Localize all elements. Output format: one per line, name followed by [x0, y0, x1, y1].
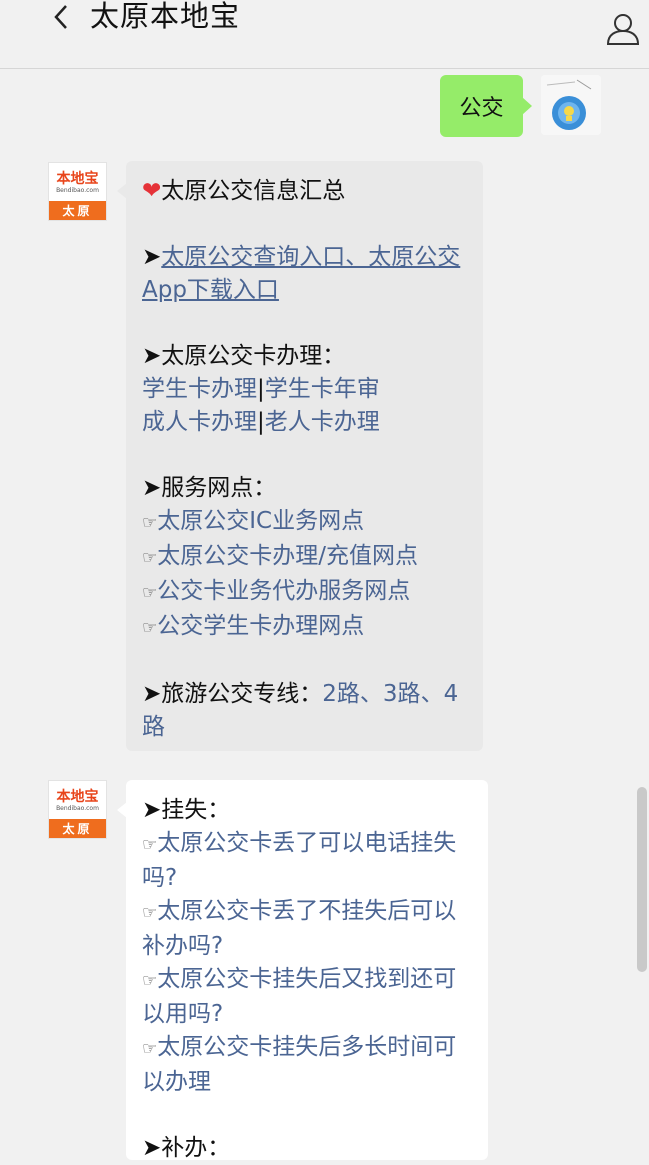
service-item: ☞公交学生卡办理网点 [142, 610, 467, 645]
arrow-icon: ➤ [142, 797, 162, 823]
senior-card-link[interactable]: 老人卡办理 [265, 409, 380, 435]
query-entry: ➤太原公交查询入口、太原公交App下载入口 [142, 241, 467, 307]
query-link[interactable]: 太原公交查询入口、太原公交App下载入口 [142, 244, 460, 303]
logo-sub-text: Bendibao.com [56, 804, 99, 812]
back-button[interactable] [46, 0, 76, 34]
tour-separator: 、 [359, 681, 383, 707]
info-summary-bubble: ❤太原公交信息汇总 ➤太原公交查询入口、太原公交App下载入口 ➤太原公交卡办理… [117, 161, 483, 751]
pointing-hand-icon: ☞ [142, 583, 158, 603]
logo-main-text: 本地宝 [56, 788, 99, 805]
tour-title-text: 旅游公交专线： [161, 681, 323, 707]
service-link-agent[interactable]: 公交卡业务代办服务网点 [157, 578, 410, 604]
pointing-hand-icon: ☞ [142, 971, 158, 991]
loss-section-title: ➤挂失： [142, 794, 472, 827]
my-message-text: 公交 [459, 96, 504, 121]
loss-link-duration[interactable]: 太原公交卡挂失后多长时间可以办理 [142, 1034, 456, 1095]
divider: | [257, 409, 265, 435]
loss-item: ☞太原公交卡丢了不挂失后可以补办吗? [142, 895, 472, 963]
my-message-bubble[interactable]: 公交 [440, 75, 532, 137]
bubble-heading: ❤太原公交信息汇总 [142, 175, 467, 208]
logo-sub-text: Bendibao.com [56, 186, 99, 194]
heading-text: 太原公交信息汇总 [161, 178, 346, 204]
tour-route-link[interactable]: 3路 [383, 681, 421, 707]
divider: | [257, 376, 265, 402]
loss-item: ☞太原公交卡挂失后又找到还可以用吗? [142, 963, 472, 1031]
account-avatar[interactable]: 本地宝 Bendibao.com 太原 [48, 780, 107, 839]
pointing-hand-icon: ☞ [142, 618, 158, 638]
service-item: ☞公交卡业务代办服务网点 [142, 575, 467, 610]
service-link-recharge[interactable]: 太原公交卡办理/充值网点 [157, 543, 418, 569]
pointing-hand-icon: ☞ [142, 548, 158, 568]
student-card-link[interactable]: 学生卡办理 [142, 376, 257, 402]
pointing-hand-icon: ☞ [142, 903, 158, 923]
logo-city: 太原 [49, 201, 106, 220]
account-avatar[interactable]: 本地宝 Bendibao.com 太原 [48, 162, 107, 221]
arrow-icon: ➤ [142, 343, 162, 369]
loss-item: ☞太原公交卡挂失后多长时间可以办理 [142, 1031, 472, 1099]
service-link-ic[interactable]: 太原公交IC业务网点 [157, 508, 364, 534]
user-avatar-image [541, 75, 601, 135]
replace-section-title: ➤补办： [142, 1132, 472, 1165]
logo-top: 本地宝 Bendibao.com [49, 781, 106, 820]
service-item: ☞太原公交IC业务网点 [142, 505, 467, 540]
loss-link-reissue[interactable]: 太原公交卡丢了不挂失后可以补办吗? [142, 898, 456, 959]
pointing-hand-icon: ☞ [142, 1039, 158, 1059]
arrow-icon: ➤ [142, 475, 162, 501]
adult-card-link[interactable]: 成人卡办理 [142, 409, 257, 435]
arrow-icon: ➤ [142, 681, 162, 707]
pointing-hand-icon: ☞ [142, 835, 158, 855]
tour-route-link[interactable]: 2路 [322, 681, 360, 707]
card-section-title: ➤太原公交卡办理： [142, 340, 467, 373]
student-review-link[interactable]: 学生卡年审 [265, 376, 380, 402]
service-title-text: 服务网点： [161, 475, 277, 501]
pointing-hand-icon: ☞ [142, 513, 158, 533]
loss-link-phone[interactable]: 太原公交卡丢了可以电话挂失吗? [142, 830, 456, 891]
card-title-text: 太原公交卡办理： [161, 343, 346, 369]
card-links-row-1: 学生卡办理|学生卡年审 [142, 373, 467, 406]
my-avatar[interactable] [541, 75, 601, 135]
loss-item: ☞太原公交卡丢了可以电话挂失吗? [142, 827, 472, 895]
service-item: ☞太原公交卡办理/充值网点 [142, 540, 467, 575]
service-section-title: ➤服务网点： [142, 472, 467, 505]
card-links-row-2: 成人卡办理|老人卡办理 [142, 406, 467, 439]
profile-button[interactable] [604, 10, 642, 48]
loss-title-text: 挂失： [161, 797, 231, 823]
replace-title-text: 补办： [161, 1135, 231, 1161]
tour-separator: 、 [420, 681, 444, 707]
scrollbar[interactable] [637, 787, 647, 972]
logo-city: 太原 [49, 819, 106, 838]
logo-main-text: 本地宝 [56, 170, 99, 187]
loss-report-bubble: ➤挂失： ☞太原公交卡丢了可以电话挂失吗? ☞太原公交卡丢了不挂失后可以补办吗?… [117, 780, 488, 1161]
arrow-icon: ➤ [142, 1135, 162, 1161]
page-title: 太原本地宝 [90, 0, 241, 33]
tour-bus-section: ➤旅游公交专线：2路、3路、4路 [142, 678, 467, 744]
logo-top: 本地宝 Bendibao.com [49, 163, 106, 202]
heart-icon: ❤ [142, 178, 162, 204]
chevron-left-icon [54, 5, 67, 29]
service-link-student[interactable]: 公交学生卡办理网点 [157, 613, 364, 639]
top-bar: 太原本地宝 [0, 0, 649, 69]
person-icon [606, 14, 640, 45]
arrow-icon: ➤ [142, 244, 162, 270]
loss-link-found[interactable]: 太原公交卡挂失后又找到还可以用吗? [142, 966, 456, 1027]
